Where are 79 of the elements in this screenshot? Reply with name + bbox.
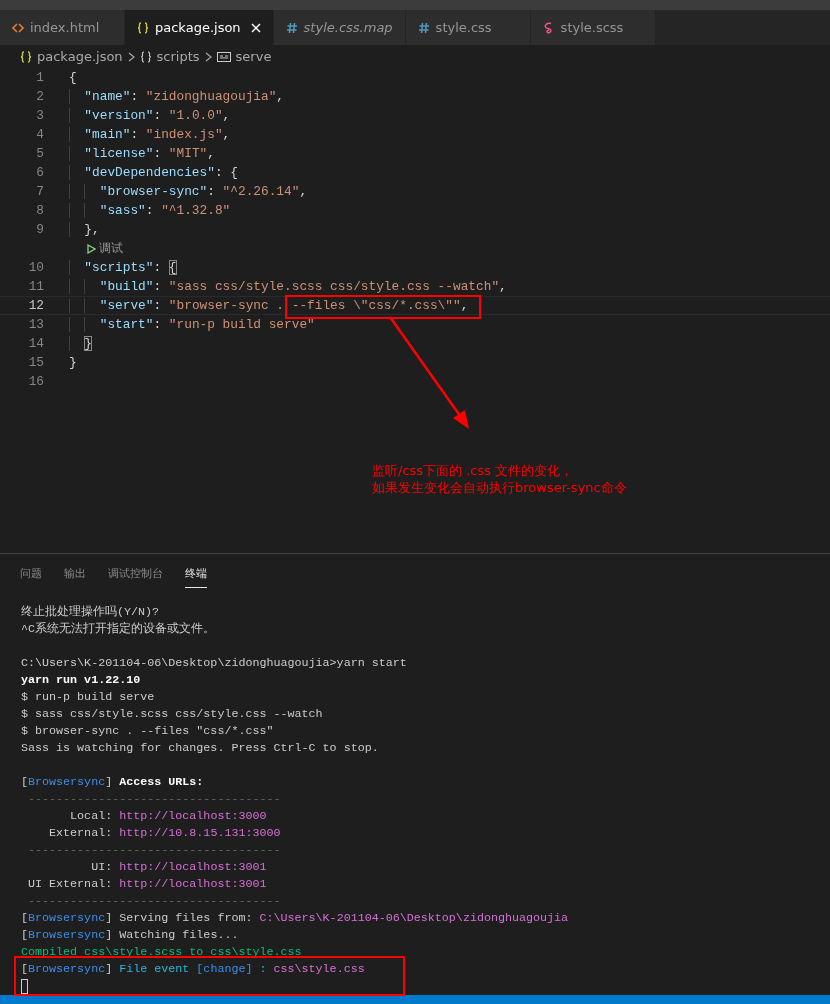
terminal-line: Compiled css\style.scss to css\style.css [21, 944, 303, 961]
braces-icon [20, 50, 32, 63]
code-line: "devDependencies": { [69, 165, 238, 180]
terminal-line: ------------------------------------ [27, 791, 282, 808]
line-number: 2 [35, 89, 44, 104]
line-number: 10 [27, 260, 44, 275]
play-icon [87, 243, 96, 254]
chevron-icon [127, 51, 135, 62]
line-number: 14 [27, 336, 44, 351]
terminal-line: ------------------------------------ [27, 842, 282, 859]
editor-tab[interactable]: index.html [0, 10, 125, 45]
terminal-line: yarn run v1.22.10 [21, 672, 142, 689]
terminal-cursor [21, 979, 28, 994]
terminal-line: $ browser-sync . --files "css/*.css" [21, 723, 275, 740]
chevron-icon [204, 51, 212, 62]
terminal-line: UI: http://localhost:3001 [90, 859, 268, 876]
terminal-line: $ run-p build serve [21, 689, 156, 706]
code-line: "name": "zidonghuagoujia", [69, 89, 285, 104]
line-number: 13 [27, 317, 44, 332]
line-number: 15 [27, 355, 44, 370]
code-line: "main": "index.js", [69, 127, 231, 142]
editor-tab[interactable]: package.json [125, 10, 274, 45]
panel-tab[interactable]: 输出 [64, 564, 86, 588]
code-line: "license": "MIT", [69, 146, 215, 161]
swirl-icon [542, 21, 555, 34]
code-line: "start": "run-p build serve" [69, 317, 315, 332]
code-line: { [69, 70, 77, 85]
code-line: "sass": "^1.32.8" [69, 203, 231, 218]
code-line: }, [69, 222, 100, 237]
annotation-text: 监听/css下面的 .css 文件的变化， [372, 462, 575, 479]
breadcrumb-item[interactable]: serve [216, 49, 272, 64]
code-brackets-icon [12, 21, 24, 34]
debug-codelens[interactable]: 调试 [87, 240, 123, 257]
code-line: "scripts": { [69, 260, 177, 275]
braces-icon [137, 21, 149, 34]
code-line: "build": "sass css/style.scss css/style.css --watch", [69, 279, 507, 294]
breadcrumb-item[interactable]: package.json [20, 49, 123, 64]
line-number: 4 [35, 127, 44, 142]
code-line: "version": "1.0.0", [69, 108, 231, 123]
line-number: 6 [35, 165, 44, 180]
terminal-line: [Browsersync] Access URLs: [21, 774, 205, 791]
hash-icon [417, 21, 430, 34]
braces-icon [139, 50, 152, 63]
terminal-line: UI External: http://localhost:3001 [27, 876, 268, 893]
code-line: "serve": "browser-sync . --files \"css/*.css\"", [69, 298, 469, 313]
code-line: } [69, 355, 77, 370]
line-number: 9 [35, 222, 44, 237]
panel-tab[interactable]: 终端 [185, 564, 207, 588]
editor-tab[interactable]: style.css.map [273, 10, 406, 45]
terminal-line: C:\Users\K-201104-06\Desktop\zidonghuagoujia>yarn start [21, 655, 408, 672]
terminal-line: [Browsersync] Watching files... [21, 927, 240, 944]
close-icon[interactable] [250, 22, 261, 33]
editor-tab[interactable]: style.scss [530, 10, 656, 45]
terminal-line: External: http://10.8.15.131:3000 [48, 825, 282, 842]
annotation-text: 如果发生变化会自动执行browser-sync命令 [372, 479, 627, 496]
line-number: 3 [35, 108, 44, 123]
terminal-line: ------------------------------------ [27, 893, 282, 910]
line-number: 8 [35, 203, 44, 218]
terminal-line: ^C系统无法打开指定的设备或文件。 [21, 621, 217, 638]
terminal-line: [Browsersync] File event [change] : css\style.css [21, 961, 366, 978]
line-number: 1 [35, 70, 44, 85]
hash-icon [285, 21, 298, 34]
editor-tab[interactable]: style.css [405, 10, 531, 45]
terminal-line: [Browsersync] Serving files from: C:\Users\K-201104-06\Desktop\zidonghuagoujia [21, 910, 570, 927]
breadcrumb-item[interactable]: scripts [139, 49, 200, 64]
string-symbol-icon [216, 51, 231, 62]
terminal-line: $ sass css/style.scss css/style.css --watch [21, 706, 324, 723]
line-number: 16 [27, 374, 44, 389]
line-number: 12 [27, 298, 44, 313]
panel-tab[interactable]: 问题 [20, 564, 42, 588]
terminal-line: 终止批处理操作吗(Y/N)? [21, 604, 161, 621]
terminal-line: Local: http://localhost:3000 [69, 808, 268, 825]
panel-tab[interactable]: 调试控制台 [108, 564, 163, 588]
code-line: } [69, 336, 93, 351]
line-number: 11 [27, 279, 44, 294]
line-number: 5 [35, 146, 44, 161]
terminal-line: Sass is watching for changes. Press Ctrl-C to stop. [21, 740, 380, 757]
code-line: "browser-sync": "^2.26.14", [69, 184, 308, 199]
line-number: 7 [35, 184, 44, 199]
